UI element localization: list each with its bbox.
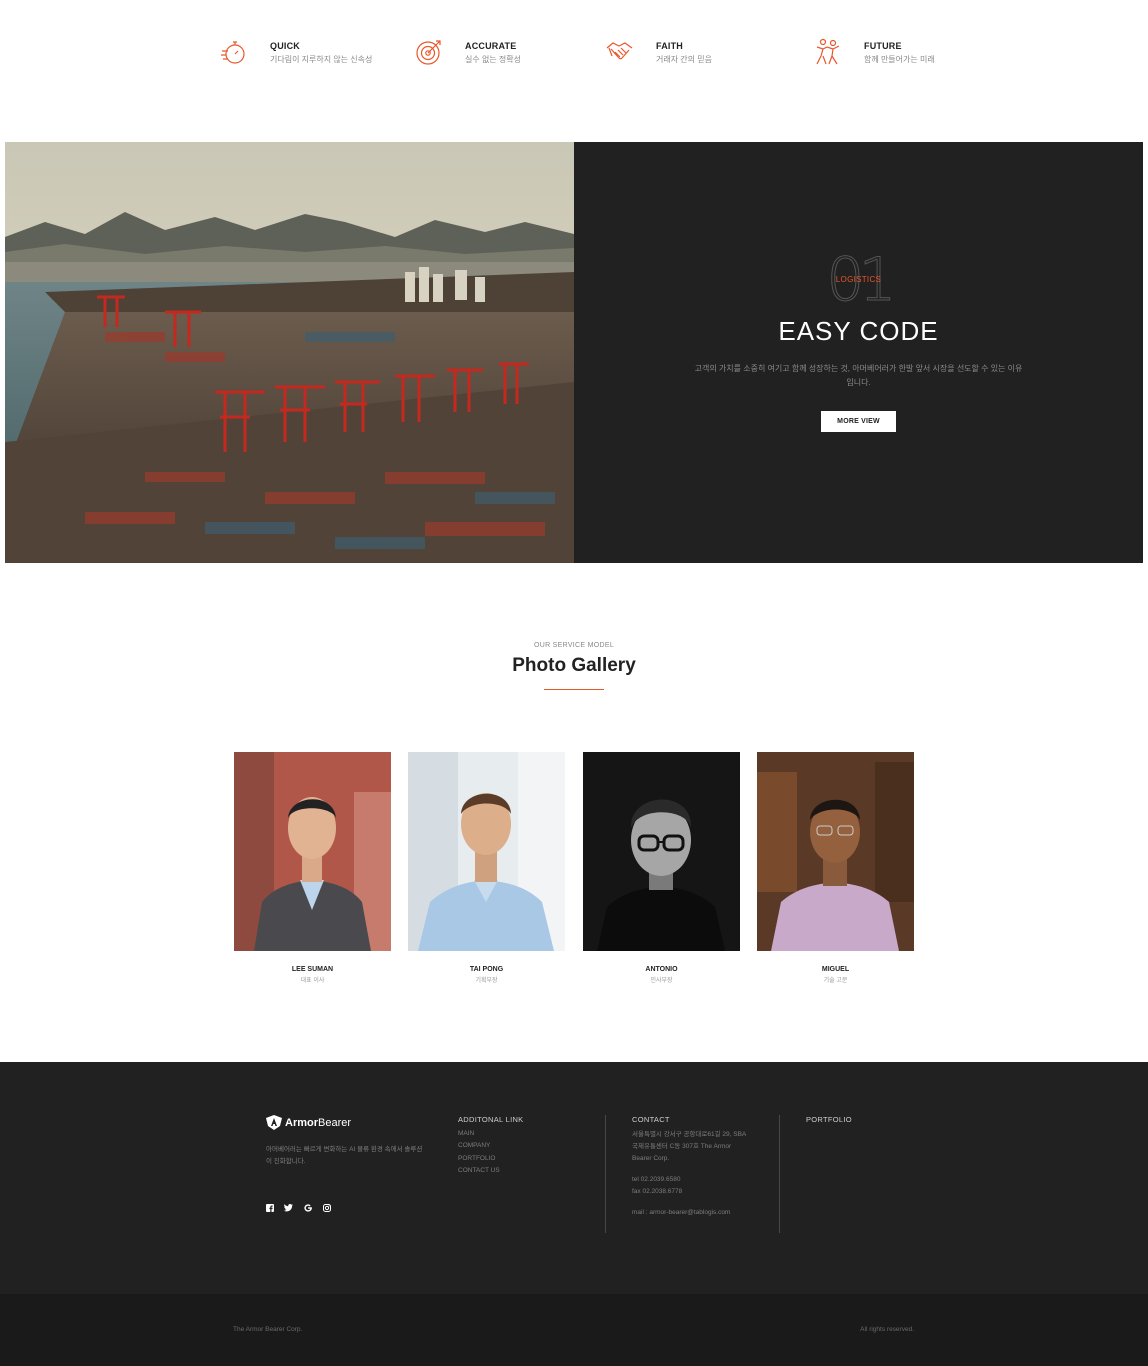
contact-title: CONTACT [632, 1115, 670, 1124]
social-links [265, 1203, 331, 1212]
hero-panel: 01 LOGISTICS EASY CODE 고객의 가치를 소중히 여기고 함… [574, 142, 1143, 563]
member-card[interactable]: LEE SUMAN 대표 이사 [234, 752, 391, 984]
member-name: ANTONIO [645, 966, 678, 973]
handshake-icon [606, 42, 633, 60]
feature-quick: QUICK 기다림이 지루하지 않는 신속성 [220, 38, 372, 66]
twitter-icon[interactable] [284, 1203, 293, 1212]
feature-subtitle: 거래자 간의 믿음 [656, 55, 712, 64]
stopwatch-icon [221, 41, 245, 64]
member-role: 기획부장 [475, 978, 498, 984]
member-photo [757, 752, 914, 951]
member-role: 기술 고문 [823, 978, 848, 984]
footer-divider [779, 1115, 780, 1233]
footer-divider [605, 1115, 606, 1233]
target-icon [416, 40, 441, 65]
footer-link-contact[interactable]: CONTACT US [458, 1167, 523, 1174]
title-underline [544, 689, 604, 690]
contact-column: CONTACT 서울특별시 강서구 공항대로61길 29, SBA 국제유통센터… [632, 1115, 750, 1219]
member-photo [234, 752, 391, 951]
logo-bold: Armor [285, 1116, 319, 1129]
feature-subtitle: 함께 만들어가는 미래 [864, 55, 935, 64]
facebook-icon[interactable] [265, 1203, 274, 1212]
member-name: MIGUEL [821, 966, 850, 973]
contact-address: 서울특별시 강서구 공항대로61길 29, SBA 국제유통센터 C동 307호… [632, 1131, 746, 1162]
rights-text: All rights reserved. [860, 1326, 914, 1333]
member-role: 인사부장 [650, 978, 673, 984]
logo-text: ArmorBearer [285, 1117, 351, 1129]
more-view-button[interactable]: MORE VIEW [821, 411, 896, 432]
portfolio-title: PORTFOLIO [806, 1115, 852, 1124]
copyright-bar: The Armor Bearer Corp. All rights reserv… [0, 1294, 1148, 1366]
hero-title: EASY CODE [778, 316, 939, 346]
feature-faith: FAITH 거래자 간의 믿음 [606, 38, 712, 66]
footer-link-main[interactable]: MAIN [458, 1130, 523, 1137]
links-column: ADDITONAL LINK MAIN COMPANY PORTFOLIO CO… [458, 1115, 523, 1174]
member-name: LEE SUMAN [291, 966, 334, 973]
copyright-text: The Armor Bearer Corp. [233, 1326, 303, 1333]
contact-mail[interactable]: mail : armor-bearer@tablogis.com [632, 1207, 750, 1219]
member-card[interactable]: TAI PONG 기획부장 [408, 752, 565, 984]
logo-rest: Bearer [318, 1116, 352, 1129]
contact-fax: fax 02.2038.6778 [632, 1188, 683, 1195]
footer-about: 아머베어러는 빠르게 변화하는 AI 물류 환경 속에서 솔루션이 진화합니다. [266, 1146, 423, 1165]
member-photo [583, 752, 740, 951]
hero-eyebrow: LOGISTICS [835, 275, 882, 284]
links-title: ADDITONAL LINK [458, 1115, 524, 1124]
features-strip: QUICK 기다림이 지루하지 않는 신속성 ACCURATE 실수 없는 정확… [0, 0, 1148, 142]
feature-accurate: ACCURATE 실수 없는 정확성 [415, 38, 521, 66]
feature-title: FAITH [656, 41, 683, 51]
people-icon [816, 38, 840, 65]
feature-title: ACCURATE [465, 41, 517, 51]
hero-description: 고객의 가치를 소중히 여기고 함께 성장하는 것, 아머베어러가 한발 앞서 … [694, 364, 1023, 387]
member-name: TAI PONG [469, 966, 504, 973]
member-role: 대표 이사 [300, 978, 325, 984]
feature-future: FUTURE 함께 만들어가는 미래 [814, 38, 935, 66]
contact-tel: tel 02.2039.6580 [632, 1176, 681, 1183]
member-card[interactable]: MIGUEL 기술 고문 [757, 752, 914, 984]
feature-subtitle: 기다림이 지루하지 않는 신속성 [270, 55, 373, 64]
gallery-eyebrow: OUR SERVICE MODEL [533, 642, 615, 649]
google-icon[interactable] [303, 1203, 312, 1212]
portfolio-column: PORTFOLIO [806, 1115, 852, 1124]
member-photo [408, 752, 565, 951]
gallery-title: Photo Gallery [512, 655, 636, 676]
feature-subtitle: 실수 없는 정확성 [465, 55, 521, 64]
feature-title: QUICK [270, 41, 300, 51]
hero-section: 01 LOGISTICS EASY CODE 고객의 가치를 소중히 여기고 함… [5, 142, 1143, 563]
footer: ArmorBearer 아머베어러는 빠르게 변화하는 AI 물류 환경 속에서… [0, 1062, 1148, 1294]
instagram-icon[interactable] [322, 1203, 331, 1212]
footer-link-portfolio[interactable]: PORTFOLIO [458, 1155, 523, 1162]
port-image [5, 142, 574, 563]
member-card[interactable]: ANTONIO 인사부장 [583, 752, 740, 984]
footer-logo[interactable]: ArmorBearer [266, 1115, 351, 1130]
footer-link-company[interactable]: COMPANY [458, 1142, 523, 1149]
gallery-header: OUR SERVICE MODEL Photo Gallery [0, 642, 1148, 690]
feature-title: FUTURE [864, 41, 902, 51]
port-illustration [5, 142, 574, 563]
shield-logo-icon [266, 1115, 282, 1130]
